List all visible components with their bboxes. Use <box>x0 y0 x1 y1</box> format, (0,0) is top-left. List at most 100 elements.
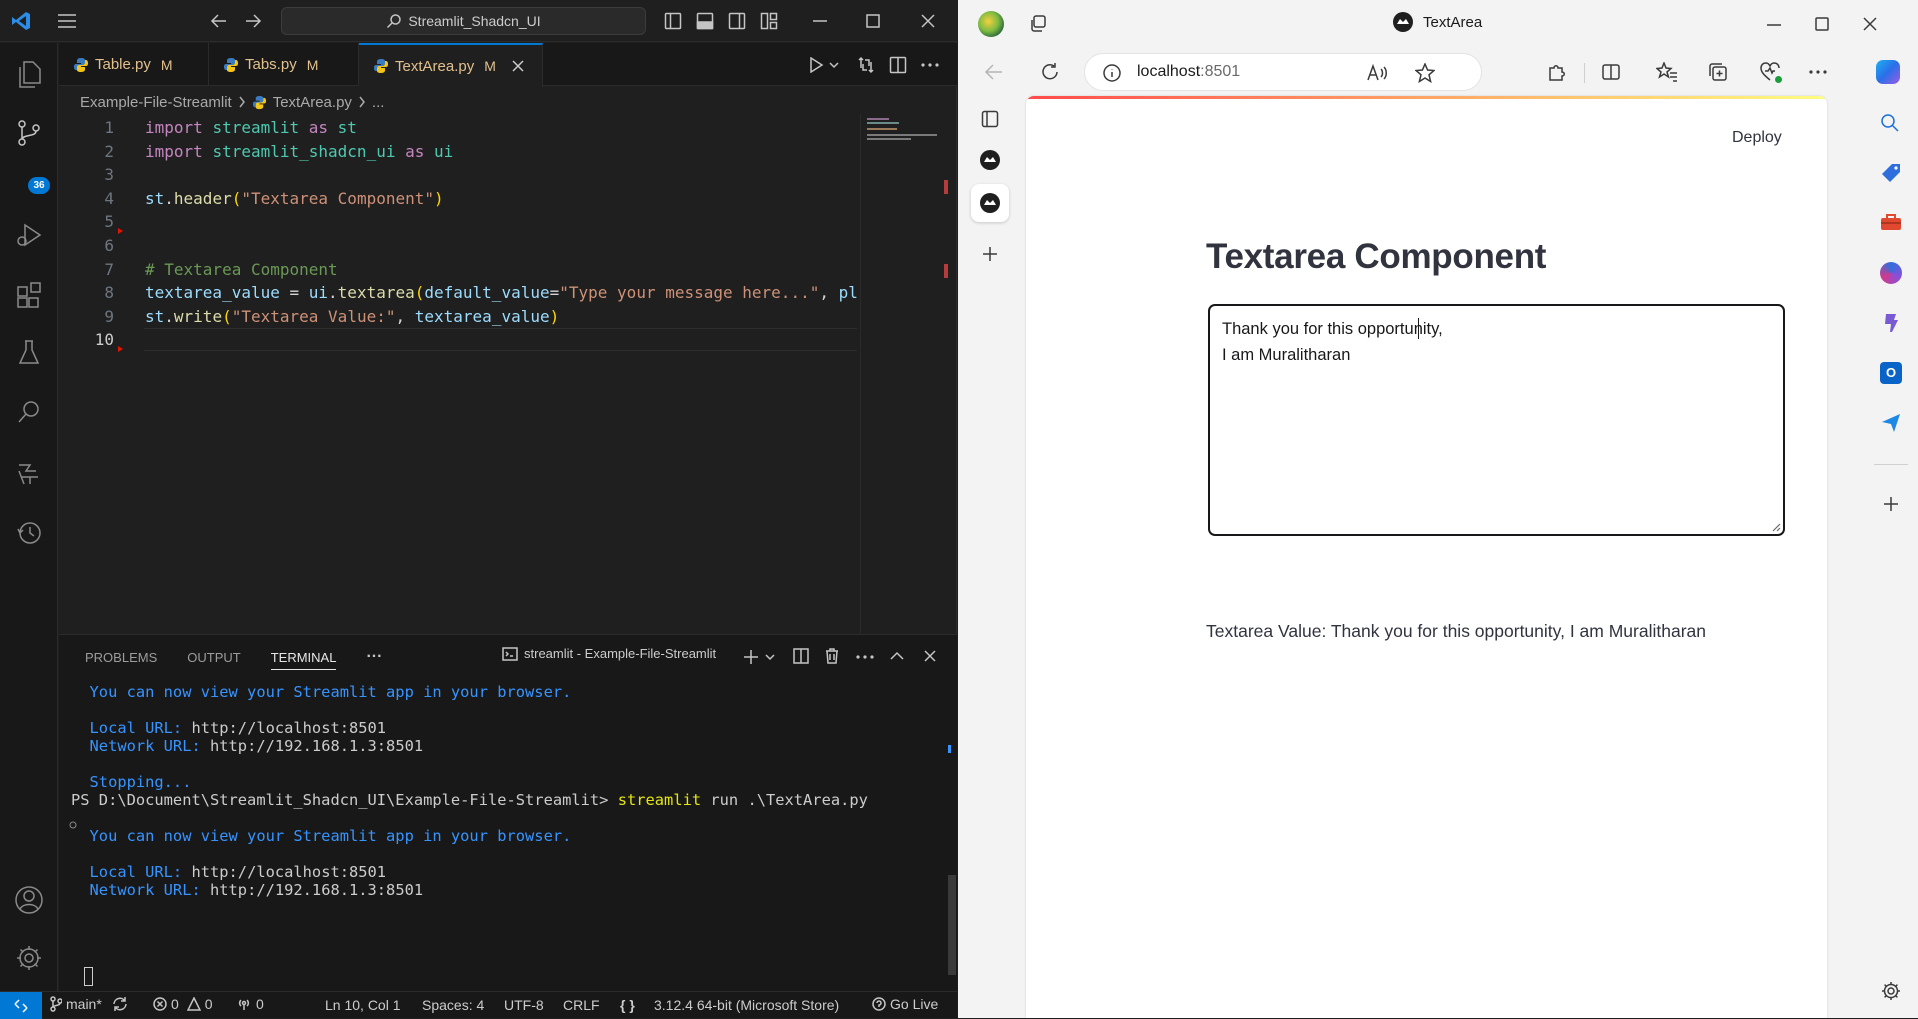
kill-terminal-trash-icon[interactable] <box>824 648 840 664</box>
back-arrow-icon[interactable] <box>210 13 228 29</box>
read-aloud-icon[interactable] <box>1367 64 1387 82</box>
tab-close-icon[interactable] <box>512 60 524 72</box>
status-branch[interactable]: main* <box>50 996 128 1012</box>
sidebar-add-icon[interactable] <box>1883 496 1899 512</box>
menu-icon[interactable] <box>57 13 77 29</box>
tab-table-py[interactable]: Table.py M <box>59 43 209 86</box>
collections-icon[interactable] <box>1708 62 1728 82</box>
sidebar-search-icon[interactable] <box>1880 113 1900 133</box>
new-terminal-plus-icon[interactable] <box>743 649 759 665</box>
extensions-puzzle-icon[interactable] <box>1547 62 1567 82</box>
status-language-icon[interactable]: { } <box>620 997 635 1013</box>
tab-actions-icon[interactable] <box>981 110 999 128</box>
workspaces-icon[interactable] <box>1028 14 1048 34</box>
outlook-icon[interactable]: O <box>1880 362 1902 384</box>
games-icon[interactable] <box>1880 312 1902 334</box>
terminal-token: http://localhost:8501 <box>191 719 387 737</box>
drop-send-icon[interactable] <box>1880 412 1902 434</box>
microsoft-365-icon[interactable] <box>1880 262 1902 284</box>
tab-output[interactable]: OUTPUT <box>187 650 240 665</box>
tab-tabs-py[interactable]: Tabs.py M <box>209 43 359 86</box>
accounts-icon[interactable] <box>14 885 44 915</box>
code-token: import <box>145 118 213 137</box>
run-debug-icon[interactable] <box>16 221 42 249</box>
terminal-dropdown-chevron-icon[interactable] <box>765 653 775 661</box>
minimize-icon[interactable] <box>813 20 827 22</box>
toggle-sidebar-icon[interactable] <box>664 12 682 30</box>
run-dropdown-chevron-icon[interactable] <box>829 61 839 69</box>
close-icon[interactable] <box>1863 17 1877 31</box>
status-cursor-position[interactable]: Ln 10, Col 1 <box>325 997 401 1013</box>
source-control-icon[interactable] <box>16 119 42 147</box>
status-encoding[interactable]: UTF-8 <box>504 997 544 1013</box>
status-problems[interactable]: 0 0 <box>153 996 213 1012</box>
status-python-interpreter[interactable]: 3.12.4 64-bit (Microsoft Store) <box>654 997 839 1013</box>
timeline-icon[interactable] <box>16 519 42 547</box>
toggle-secondary-sidebar-icon[interactable] <box>728 12 746 30</box>
maximize-icon[interactable] <box>1815 17 1829 31</box>
active-tab-title[interactable]: TextArea <box>1393 12 1482 32</box>
terminal-scrollbar[interactable] <box>948 875 956 975</box>
favorites-icon[interactable] <box>1656 62 1678 82</box>
sync-icon <box>113 997 127 1011</box>
code-token: write <box>173 306 223 326</box>
copilot-icon[interactable] <box>1876 60 1900 84</box>
testing-icon[interactable] <box>16 339 42 367</box>
forward-arrow-icon[interactable] <box>244 13 262 29</box>
status-go-live[interactable]: Go Live <box>872 996 938 1012</box>
remote-indicator[interactable] <box>0 992 42 1019</box>
breadcrumb-folder[interactable]: Example-File-Streamlit <box>80 94 232 111</box>
tab-terminal[interactable]: TERMINAL <box>270 645 337 670</box>
status-ports[interactable]: 0 <box>236 996 264 1012</box>
active-vertical-tab[interactable] <box>971 184 1009 222</box>
tab-streamlit-icon[interactable] <box>980 150 1000 170</box>
close-icon[interactable] <box>921 14 935 28</box>
split-terminal-icon[interactable] <box>793 648 809 664</box>
toggle-panel-icon[interactable] <box>696 12 714 30</box>
breadcrumb-file[interactable]: TextArea.py <box>273 94 352 111</box>
minimap[interactable] <box>860 114 948 634</box>
refresh-icon[interactable] <box>1040 62 1060 82</box>
address-bar[interactable]: localhost:8501 <box>1084 53 1482 91</box>
maximize-icon[interactable] <box>866 14 880 28</box>
search-text: Streamlit_Shadcn_UI <box>408 13 541 29</box>
new-tab-plus-icon[interactable] <box>982 246 998 262</box>
back-arrow-icon[interactable] <box>984 63 1004 81</box>
command-center-search[interactable]: Streamlit_Shadcn_UI <box>281 7 646 35</box>
site-info-icon[interactable] <box>1103 64 1121 82</box>
terminal-output[interactable]: You can now view your Streamlit app in y… <box>71 683 868 899</box>
compare-changes-icon[interactable] <box>857 56 875 74</box>
textarea-input[interactable]: Thank you for this opportunity, I am Mur… <box>1208 304 1785 536</box>
extensions-icon[interactable] <box>16 281 42 309</box>
remote-explorer-icon[interactable] <box>16 459 42 487</box>
more-actions-icon[interactable] <box>921 63 939 67</box>
breadcrumb-more[interactable]: ... <box>372 94 385 111</box>
explorer-icon[interactable] <box>16 61 42 89</box>
terminal-selector[interactable]: streamlit - Example-File-Streamlit <box>502 646 716 661</box>
sidebar-settings-gear-icon[interactable] <box>1881 981 1901 1001</box>
manage-gear-icon[interactable] <box>14 943 44 973</box>
tab-problems[interactable]: PROBLEMS <box>85 650 157 665</box>
status-eol[interactable]: CRLF <box>563 997 600 1013</box>
maximize-panel-chevron-icon[interactable] <box>890 651 904 661</box>
terminal-more-icon[interactable] <box>856 655 874 659</box>
profile-avatar[interactable] <box>978 11 1004 37</box>
shopping-tag-icon[interactable] <box>1880 162 1902 184</box>
split-editor-icon[interactable] <box>889 56 907 74</box>
git-branch-icon <box>50 996 62 1012</box>
status-indentation[interactable]: Spaces: 4 <box>422 997 484 1013</box>
tools-toolbox-icon[interactable] <box>1880 212 1902 232</box>
resize-handle-icon[interactable] <box>1771 522 1781 532</box>
tab-textarea-py[interactable]: TextArea.py M <box>359 43 543 87</box>
customize-layout-icon[interactable] <box>760 12 778 30</box>
deploy-button[interactable]: Deploy <box>1732 129 1782 147</box>
favorite-star-icon[interactable] <box>1415 63 1435 83</box>
search-sidebar-icon[interactable] <box>16 399 42 427</box>
split-screen-icon[interactable] <box>1601 62 1621 82</box>
run-python-file-icon[interactable] <box>808 57 824 73</box>
close-panel-icon[interactable] <box>924 650 936 662</box>
minimize-icon[interactable] <box>1767 24 1781 26</box>
panel-more-icon[interactable]: ··· <box>366 648 382 666</box>
code-editor[interactable]: 1 2 3 4 5 6 7 8 9 10 import streamlit as st import… <box>59 114 857 634</box>
settings-more-icon[interactable] <box>1809 70 1827 74</box>
